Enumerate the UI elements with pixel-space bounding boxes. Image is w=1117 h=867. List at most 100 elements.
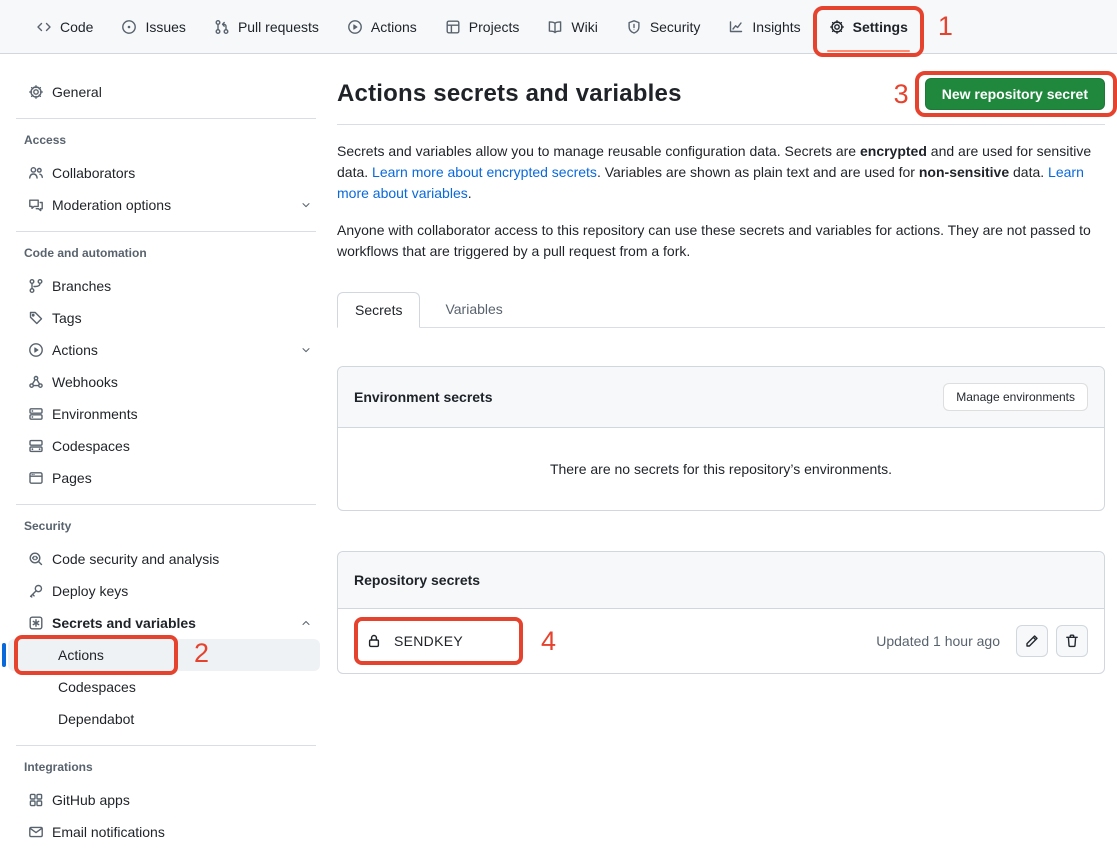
intro-bold-non-sensitive: non-sensitive xyxy=(919,164,1009,180)
intro-text: . xyxy=(468,185,472,201)
git-pull-request-icon xyxy=(214,19,230,35)
sidebar-item-branches[interactable]: Branches xyxy=(8,270,320,302)
repository-secrets-title: Repository secrets xyxy=(354,572,480,588)
nav-tab-label: Security xyxy=(650,19,701,35)
pencil-icon xyxy=(1024,633,1040,649)
secret-updated-text: Updated 1 hour ago xyxy=(876,633,1000,649)
nav-tab-label: Pull requests xyxy=(238,19,319,35)
sidebar-item-code-security[interactable]: Code security and analysis xyxy=(8,543,320,575)
environment-secrets-empty-text: There are no secrets for this repository… xyxy=(338,428,1104,510)
table-icon xyxy=(445,19,461,35)
issue-opened-icon xyxy=(121,19,137,35)
sidebar-item-environments[interactable]: Environments xyxy=(8,398,320,430)
nav-tab-label: Actions xyxy=(371,19,417,35)
nav-tab-label: Insights xyxy=(752,19,800,35)
people-icon xyxy=(28,165,44,181)
sidebar-item-moderation-options[interactable]: Moderation options xyxy=(8,189,320,221)
intro-text: data. xyxy=(1009,164,1048,180)
settings-sidebar: General Access Collaborators Moderation … xyxy=(0,54,337,867)
page-title: Actions secrets and variables xyxy=(337,80,682,108)
nav-tab-settings[interactable]: Settings xyxy=(819,0,918,53)
code-icon xyxy=(36,19,52,35)
secret-row: SENDKEY 4 Updated 1 hour ago xyxy=(338,609,1104,673)
secret-name: SENDKEY xyxy=(394,633,463,649)
nav-tab-label: Settings xyxy=(853,19,908,35)
nav-tab-issues[interactable]: Issues xyxy=(111,0,195,53)
divider xyxy=(16,231,316,232)
play-icon xyxy=(347,19,363,35)
tab-variables[interactable]: Variables xyxy=(428,292,519,327)
divider xyxy=(16,745,316,746)
sidebar-item-general[interactable]: General xyxy=(8,76,320,108)
sidebar-item-deploy-keys[interactable]: Deploy keys xyxy=(8,575,320,607)
gear-icon xyxy=(28,84,44,100)
nav-tab-actions[interactable]: Actions xyxy=(337,0,427,53)
webhook-icon xyxy=(28,374,44,390)
lock-icon xyxy=(366,633,382,649)
environment-secrets-card: Environment secrets Manage environments … xyxy=(337,366,1105,511)
sidebar-item-github-apps[interactable]: GitHub apps xyxy=(8,784,320,816)
play-icon xyxy=(28,342,44,358)
nav-tab-projects[interactable]: Projects xyxy=(435,0,530,53)
intro-text: Secrets and variables allow you to manag… xyxy=(337,143,860,159)
intro-text: . Variables are shown as plain text and … xyxy=(597,164,919,180)
sidebar-subitem-actions-secrets[interactable]: Actions 2 xyxy=(8,639,320,671)
codescan-icon xyxy=(28,551,44,567)
graph-icon xyxy=(728,19,744,35)
sidebar-item-email-notifications[interactable]: Email notifications xyxy=(8,816,320,848)
git-branch-icon xyxy=(28,278,44,294)
intro-bold-encrypted: encrypted xyxy=(860,143,927,159)
repo-tab-bar: Code Issues Pull requests Actions Projec… xyxy=(0,0,1117,54)
server-icon xyxy=(28,406,44,422)
sidebar-subitem-codespaces-secrets[interactable]: Codespaces xyxy=(8,671,320,703)
edit-secret-button[interactable] xyxy=(1016,625,1048,657)
sidebar-item-actions[interactable]: Actions xyxy=(8,334,320,366)
key-icon xyxy=(28,583,44,599)
nav-tab-label: Wiki xyxy=(571,19,597,35)
browser-icon xyxy=(28,470,44,486)
sidebar-item-codespaces[interactable]: Codespaces xyxy=(8,430,320,462)
chevron-down-icon xyxy=(300,199,312,211)
divider xyxy=(16,504,316,505)
mail-icon xyxy=(28,824,44,840)
repository-secrets-card: Repository secrets SENDKEY 4 Updated 1 h… xyxy=(337,551,1105,674)
environment-secrets-title: Environment secrets xyxy=(354,389,493,405)
selected-item-bar xyxy=(2,643,6,667)
nav-tab-label: Projects xyxy=(469,19,520,35)
sidebar-item-pages[interactable]: Pages xyxy=(8,462,320,494)
nav-tab-label: Code xyxy=(60,19,93,35)
delete-secret-button[interactable] xyxy=(1056,625,1088,657)
link-encrypted-secrets[interactable]: Learn more about encrypted secrets xyxy=(372,164,597,180)
sidebar-section-access: Access xyxy=(8,133,320,147)
sidebar-item-secrets-and-variables[interactable]: Secrets and variables xyxy=(8,607,320,639)
sidebar-section-code-automation: Code and automation xyxy=(8,246,320,260)
main-content: Actions secrets and variables 3 New repo… xyxy=(337,54,1117,867)
nav-tab-insights[interactable]: Insights xyxy=(718,0,810,53)
shield-icon xyxy=(626,19,642,35)
sidebar-item-tags[interactable]: Tags xyxy=(8,302,320,334)
apps-icon xyxy=(28,792,44,808)
nav-tab-wiki[interactable]: Wiki xyxy=(537,0,607,53)
divider xyxy=(16,118,316,119)
nav-tab-pull-requests[interactable]: Pull requests xyxy=(204,0,329,53)
key-asterisk-icon xyxy=(28,615,44,631)
nav-tab-security[interactable]: Security xyxy=(616,0,711,53)
manage-environments-button[interactable]: Manage environments xyxy=(943,383,1088,411)
sidebar-section-integrations: Integrations xyxy=(8,760,320,774)
codespaces-icon xyxy=(28,438,44,454)
annotation-number-2: 2 xyxy=(194,640,209,667)
collaborator-paragraph: Anyone with collaborator access to this … xyxy=(337,220,1095,262)
tag-icon xyxy=(28,310,44,326)
tab-secrets[interactable]: Secrets xyxy=(337,292,420,328)
sidebar-section-security: Security xyxy=(8,519,320,533)
active-tab-underline xyxy=(827,50,910,52)
sidebar-item-collaborators[interactable]: Collaborators xyxy=(8,157,320,189)
annotation-number-3: 3 xyxy=(894,81,909,108)
sidebar-item-webhooks[interactable]: Webhooks xyxy=(8,366,320,398)
nav-tab-code[interactable]: Code xyxy=(26,0,103,53)
sidebar-subitem-dependabot-secrets[interactable]: Dependabot xyxy=(8,703,320,735)
new-repository-secret-button[interactable]: New repository secret xyxy=(925,78,1105,110)
trash-icon xyxy=(1064,633,1080,649)
comment-discussion-icon xyxy=(28,197,44,213)
annotation-number-1: 1 xyxy=(938,13,953,40)
